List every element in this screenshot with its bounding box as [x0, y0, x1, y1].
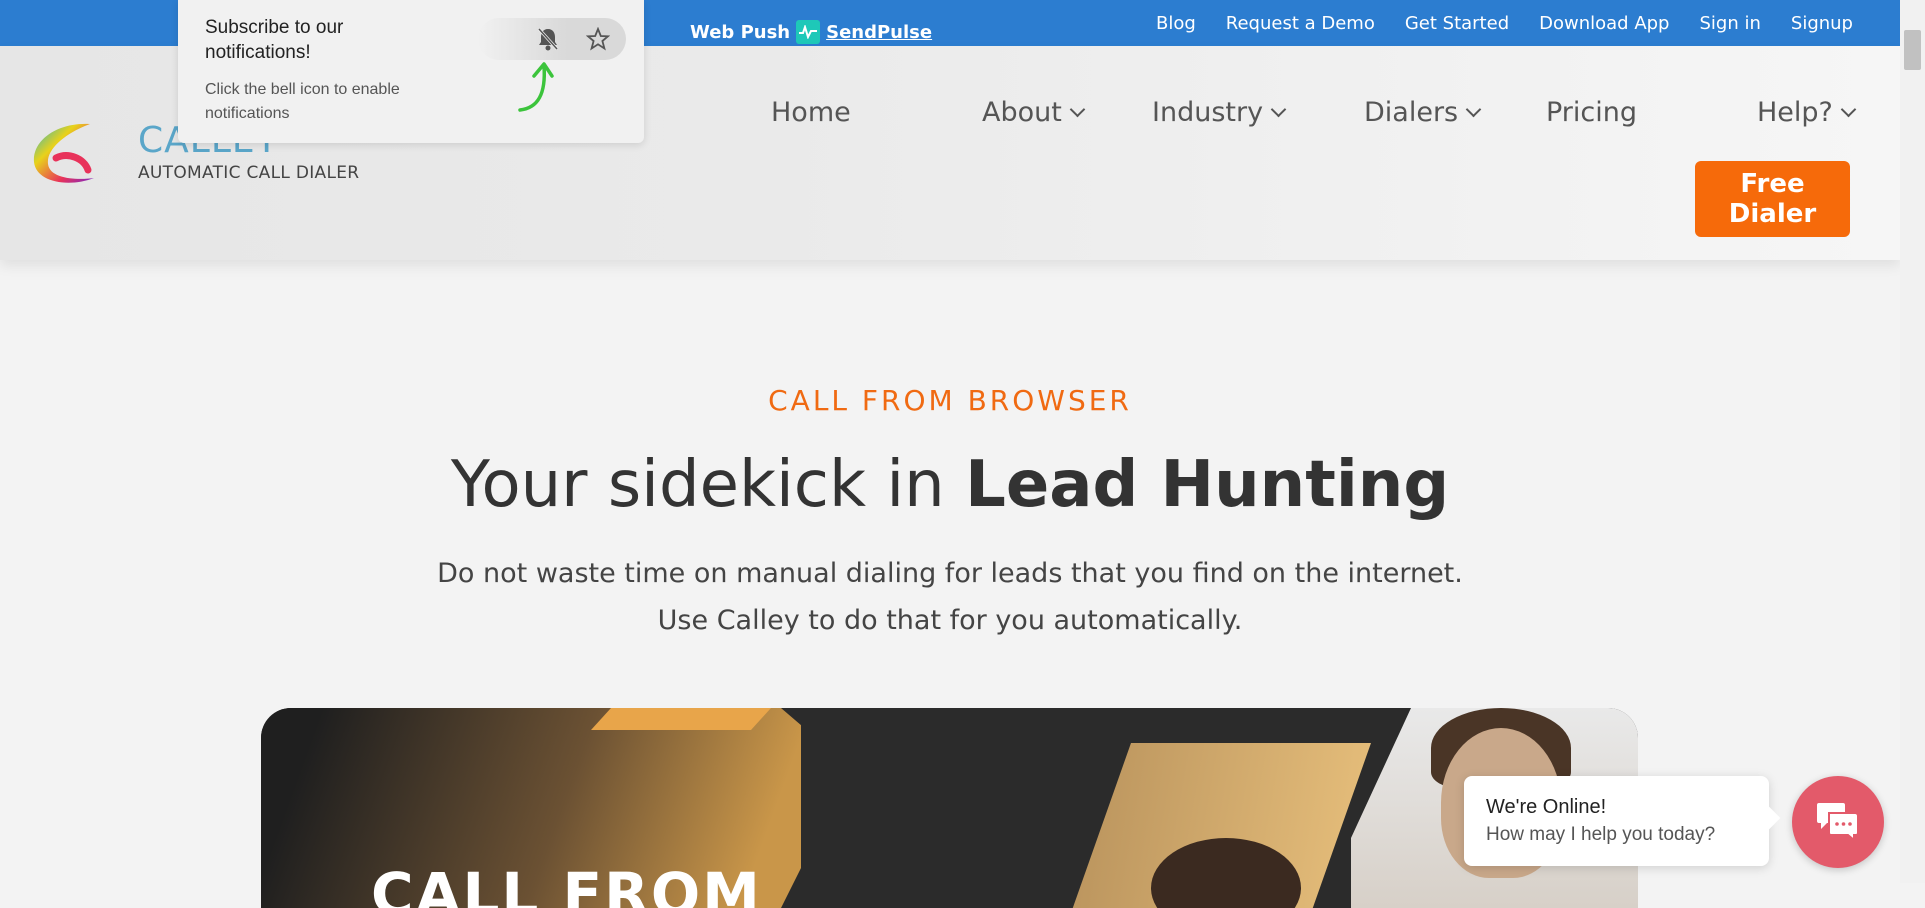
popup-description: Click the bell icon to enable notificati… [205, 81, 400, 122]
hero-kicker: CALL FROM BROWSER [768, 384, 1132, 417]
nav-about[interactable]: About [982, 97, 1086, 128]
nav-industry[interactable]: Industry [1152, 97, 1287, 128]
hero-sub-line2: Use Calley to do that for you automatica… [657, 605, 1243, 636]
nav-help-label: Help? [1757, 97, 1833, 128]
arrow-icon [518, 62, 554, 112]
nav-industry-label: Industry [1152, 97, 1264, 128]
webpush-badge[interactable]: Web Push SendPulse [690, 20, 932, 44]
nav-dialers[interactable]: Dialers [1364, 97, 1482, 128]
chat-line2: How may I help you today? [1486, 824, 1716, 845]
popup-title: Subscribe to our notifications! [205, 17, 344, 63]
nav-about-label: About [982, 97, 1062, 128]
topnav-download-app[interactable]: Download App [1539, 13, 1669, 34]
chat-line1: We're Online! [1486, 796, 1607, 818]
headline-bold: Lead Hunting [965, 448, 1450, 522]
hero-sub-line1: Do not waste time on manual dialing for … [437, 558, 1463, 589]
chat-greeting[interactable]: We're Online! How may I help you today? [1464, 776, 1781, 866]
banner-accent-shape [591, 708, 771, 730]
notification-popup: Subscribe to our notifications! Click th… [178, 0, 644, 143]
chat-open-button[interactable] [1792, 776, 1884, 868]
nav-home-label: Home [771, 97, 851, 128]
brand-tagline: AUTOMATIC CALL DIALER [138, 163, 360, 183]
topnav-request-demo[interactable]: Request a Demo [1226, 13, 1375, 34]
chat-bubble-tail [1757, 806, 1781, 830]
nav-pricing[interactable]: Pricing [1546, 97, 1637, 128]
chevron-down-icon [1069, 101, 1086, 118]
star-icon[interactable] [586, 27, 610, 51]
chat-icon [1817, 802, 1859, 842]
nav-help[interactable]: Help? [1757, 97, 1857, 128]
topnav-signup[interactable]: Signup [1791, 13, 1853, 34]
banner-text: CALL FROM [371, 860, 762, 908]
scrollbar-thumb[interactable] [1904, 30, 1921, 70]
chevron-down-icon [1840, 101, 1857, 118]
top-nav: Blog Request a Demo Get Started Download… [1126, 0, 1853, 46]
webpush-label: Web Push [690, 21, 791, 43]
nav-pricing-label: Pricing [1546, 97, 1638, 128]
sendpulse-label: SendPulse [826, 21, 933, 43]
bell-muted-icon[interactable] [537, 27, 559, 51]
hero-banner: CALL FROM [261, 708, 1638, 908]
hero-subtitle: Do not waste time on manual dialing for … [0, 550, 1900, 644]
topnav-blog[interactable]: Blog [1156, 13, 1196, 34]
free-dialer-button[interactable]: Free Dialer [1695, 161, 1850, 237]
chevron-down-icon [1465, 101, 1482, 118]
topnav-get-started[interactable]: Get Started [1405, 13, 1509, 34]
nav-dialers-label: Dialers [1364, 97, 1459, 128]
pulse-icon [796, 20, 821, 44]
chevron-down-icon [1270, 101, 1287, 118]
scrollbar[interactable] [1900, 0, 1925, 883]
nav-home[interactable]: Home [771, 97, 851, 128]
headline-plain: Your sidekick in [450, 448, 966, 522]
hero-headline: Your sidekick in Lead Hunting [0, 448, 1900, 522]
topnav-sign-in[interactable]: Sign in [1699, 13, 1760, 34]
